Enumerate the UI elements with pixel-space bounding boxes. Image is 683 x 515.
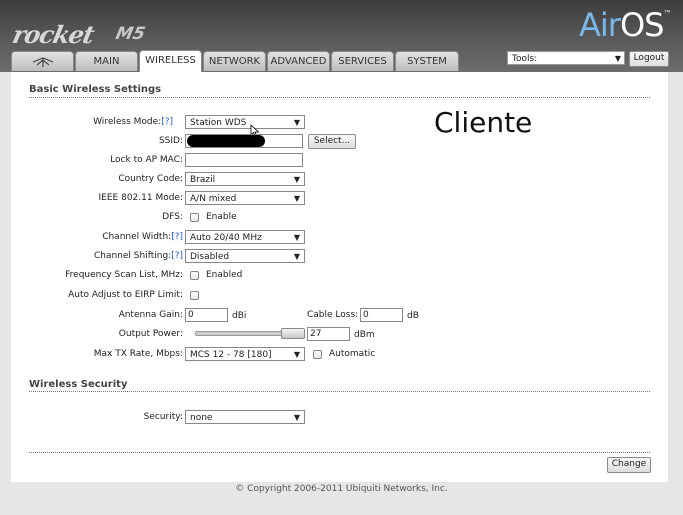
channel-shifting-help-link[interactable]: [?] — [171, 251, 183, 261]
copyright-footer: © Copyright 2006-2011 Ubiquiti Networks,… — [235, 484, 448, 494]
freq-scan-checkbox[interactable] — [190, 271, 199, 280]
security-select[interactable]: none ▼ — [185, 410, 305, 424]
logout-button[interactable]: Logout — [629, 51, 669, 67]
chevron-down-icon: ▼ — [293, 233, 300, 242]
tab-services[interactable]: SERVICES — [331, 51, 394, 71]
ubiquiti-logo-icon — [32, 57, 53, 67]
airos-logo-air: Air — [579, 6, 621, 44]
chevron-down-icon: ▼ — [293, 413, 300, 422]
tab-main[interactable]: MAIN — [75, 51, 138, 71]
channel-shifting-label-text: Channel Shifting: — [93, 251, 172, 261]
section-divider — [29, 452, 650, 453]
channel-width-label-text: Channel Width: — [102, 232, 172, 242]
channel-width-help-link[interactable]: [?] — [171, 232, 183, 242]
ieee-mode-value: A/N mixed — [190, 194, 237, 204]
chevron-down-icon: ▼ — [293, 118, 300, 127]
change-button[interactable]: Change — [607, 457, 651, 473]
output-power-input[interactable]: 27 — [307, 327, 350, 341]
wireless-mode-label: Wireless Mode:[?] — [93, 117, 173, 127]
auto-eirp-label: Auto Adjust to EIRP Limit: — [68, 290, 183, 300]
output-power-label: Output Power: — [118, 329, 183, 339]
country-code-select[interactable]: Brazil ▼ — [185, 172, 305, 186]
channel-width-select[interactable]: Auto 20/40 MHz ▼ — [185, 230, 305, 244]
basic-wireless-settings-title: Basic Wireless Settings — [29, 84, 162, 95]
ieee-mode-select[interactable]: A/N mixed ▼ — [185, 191, 305, 205]
channel-shifting-value: Disabled — [190, 252, 230, 262]
chevron-down-icon: ▼ — [293, 350, 300, 359]
auto-eirp-checkbox[interactable] — [190, 291, 199, 300]
tools-select-label: Tools: — [512, 54, 538, 64]
ieee-mode-label: IEEE 802.11 Mode: — [98, 193, 183, 203]
dfs-checkbox-label: Enable — [206, 212, 237, 222]
dfs-label: DFS: — [162, 212, 183, 222]
max-tx-rate-auto-checkbox[interactable] — [313, 350, 322, 359]
ssid-label: SSID: — [158, 136, 183, 146]
airos-logo-tm: ™ — [663, 9, 671, 18]
output-power-slider-handle[interactable] — [281, 328, 305, 339]
security-value: none — [190, 413, 213, 423]
top-header: rocket M5 AirOS™ MAIN WIRELESS NETWORK A… — [0, 0, 683, 72]
antenna-gain-label: Antenna Gain: — [118, 310, 183, 320]
cable-loss-unit: dB — [407, 311, 419, 321]
wireless-mode-help-link[interactable]: [?] — [161, 117, 173, 127]
wireless-mode-value: Station WDS — [190, 118, 247, 128]
freq-scan-checkbox-label: Enabled — [206, 270, 243, 280]
max-tx-rate-auto-label: Automatic — [329, 349, 376, 359]
security-label: Security: — [143, 412, 183, 422]
freq-scan-label: Frequency Scan List, MHz: — [65, 270, 183, 280]
wireless-mode-label-text: Wireless Mode: — [93, 117, 162, 127]
channel-shifting-label: Channel Shifting:[?] — [94, 251, 183, 261]
model-logo: M5 — [113, 24, 147, 44]
country-code-label: Country Code: — [118, 174, 183, 184]
chevron-down-icon: ▼ — [293, 252, 300, 261]
tools-select[interactable]: Tools: ▼ — [507, 51, 625, 65]
channel-width-value: Auto 20/40 MHz — [190, 233, 262, 243]
rocket-logo: rocket — [9, 20, 97, 49]
lock-ap-mac-label: Lock to AP MAC: — [110, 155, 183, 165]
airos-logo-os: OS — [619, 6, 664, 44]
chevron-down-icon: ▼ — [293, 175, 300, 184]
cliente-annotation: Cliente — [434, 106, 533, 139]
cable-loss-input[interactable]: 0 — [360, 308, 403, 322]
ssid-select-button[interactable]: Select... — [308, 134, 356, 149]
tab-ubiquiti-logo[interactable] — [11, 51, 74, 71]
cable-loss-label: Cable Loss: — [307, 310, 359, 320]
airos-logo: AirOS™ — [579, 6, 671, 44]
max-tx-rate-value: MCS 12 - 78 [180] — [190, 350, 272, 360]
wireless-mode-select[interactable]: Station WDS ▼ — [185, 115, 305, 129]
content-panel: Basic Wireless Settings Cliente Wireless… — [11, 72, 668, 482]
ssid-redaction-mark — [187, 135, 265, 147]
lock-ap-mac-input[interactable] — [185, 153, 303, 167]
country-code-value: Brazil — [190, 175, 216, 185]
max-tx-rate-select[interactable]: MCS 12 - 78 [180] ▼ — [185, 347, 305, 361]
tab-advanced[interactable]: ADVANCED — [267, 51, 330, 71]
section-divider — [29, 97, 650, 98]
antenna-gain-unit: dBi — [232, 311, 247, 321]
chevron-down-icon: ▼ — [293, 194, 300, 203]
tab-wireless[interactable]: WIRELESS — [139, 50, 202, 72]
tab-system[interactable]: SYSTEM — [395, 51, 459, 71]
channel-width-label: Channel Width:[?] — [102, 232, 183, 242]
antenna-gain-input[interactable]: 0 — [185, 308, 228, 322]
dfs-checkbox[interactable] — [190, 213, 199, 222]
tab-network[interactable]: NETWORK — [203, 51, 266, 71]
output-power-unit: dBm — [354, 330, 375, 340]
channel-shifting-select[interactable]: Disabled ▼ — [185, 249, 305, 263]
max-tx-rate-label: Max TX Rate, Mbps: — [93, 349, 183, 359]
chevron-down-icon: ▼ — [614, 54, 621, 63]
section-divider — [29, 391, 650, 392]
wireless-security-title: Wireless Security — [29, 379, 128, 390]
